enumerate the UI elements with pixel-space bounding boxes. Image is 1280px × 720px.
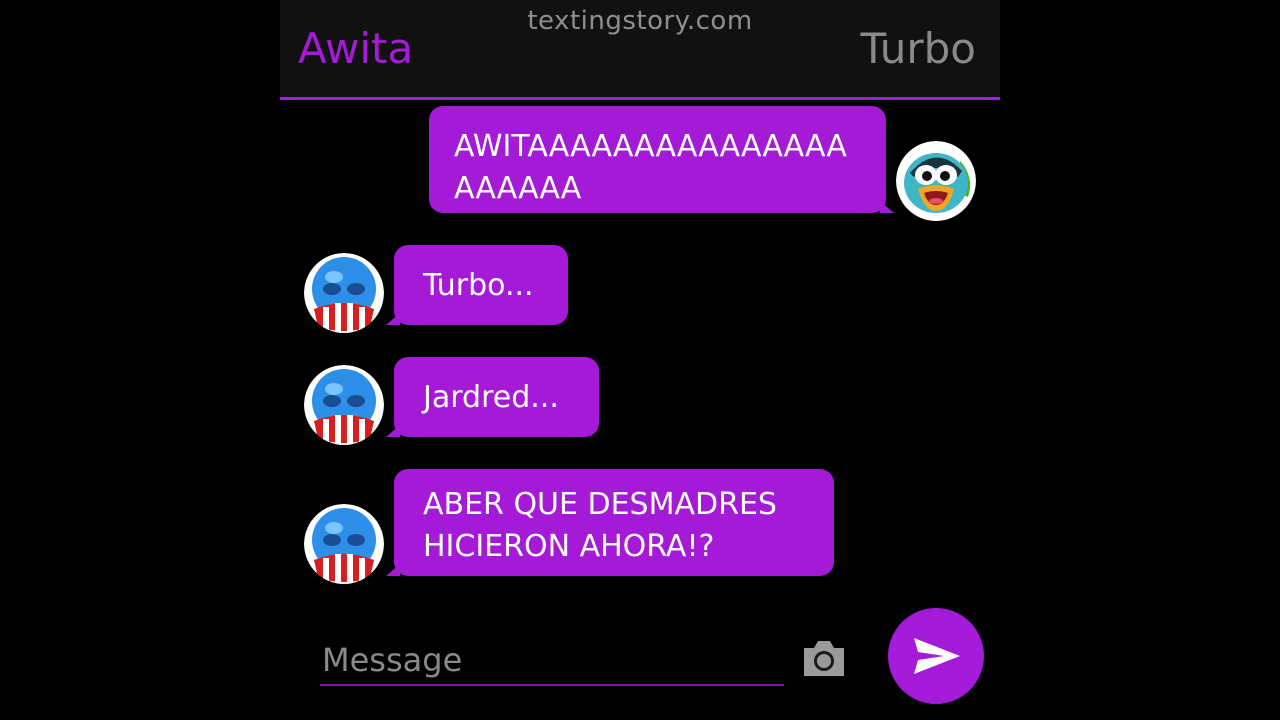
bubble-tail [386, 564, 400, 576]
message-bubble-incoming[interactable]: Jardred... [386, 357, 599, 437]
message-line: Jardred... [423, 380, 559, 415]
send-button[interactable] [888, 608, 984, 704]
penguin-avatar[interactable] [896, 141, 976, 221]
message-line: ABER QUE DESMADRES [423, 487, 777, 522]
send-icon [914, 638, 960, 674]
message-line: Turbo... [423, 268, 534, 303]
bubble-tail [386, 425, 400, 437]
header-divider [280, 97, 1000, 100]
contact-name-left[interactable]: Awita [298, 24, 413, 73]
message-line: HICIERON AHORA!? [423, 529, 715, 564]
message-line: AAAAAA [454, 171, 582, 206]
bubble-tail [386, 313, 400, 325]
screen: textingstory.com Awita Turbo AWITAAAAAAA… [0, 0, 1280, 720]
blue-creature-avatar[interactable] [304, 365, 384, 445]
chat-header: textingstory.com Awita Turbo [280, 0, 1000, 97]
message-bubble-incoming[interactable]: ABER QUE DESMADRES HICIERON AHORA!? [386, 469, 834, 576]
camera-icon[interactable] [800, 636, 848, 680]
bubble-tail [880, 201, 894, 213]
message-bubble-outgoing[interactable]: AWITAAAAAAAAAAAAAAA AAAAAA [429, 106, 894, 213]
blue-creature-avatar[interactable] [304, 504, 384, 584]
message-input[interactable]: Message [320, 634, 784, 686]
message-bubble-incoming[interactable]: Turbo... [386, 245, 568, 325]
chat-app: textingstory.com Awita Turbo AWITAAAAAAA… [280, 0, 1000, 720]
message-line: AWITAAAAAAAAAAAAAAA [454, 129, 847, 164]
blue-creature-avatar[interactable] [304, 253, 384, 333]
contact-name-right[interactable]: Turbo [860, 24, 976, 73]
